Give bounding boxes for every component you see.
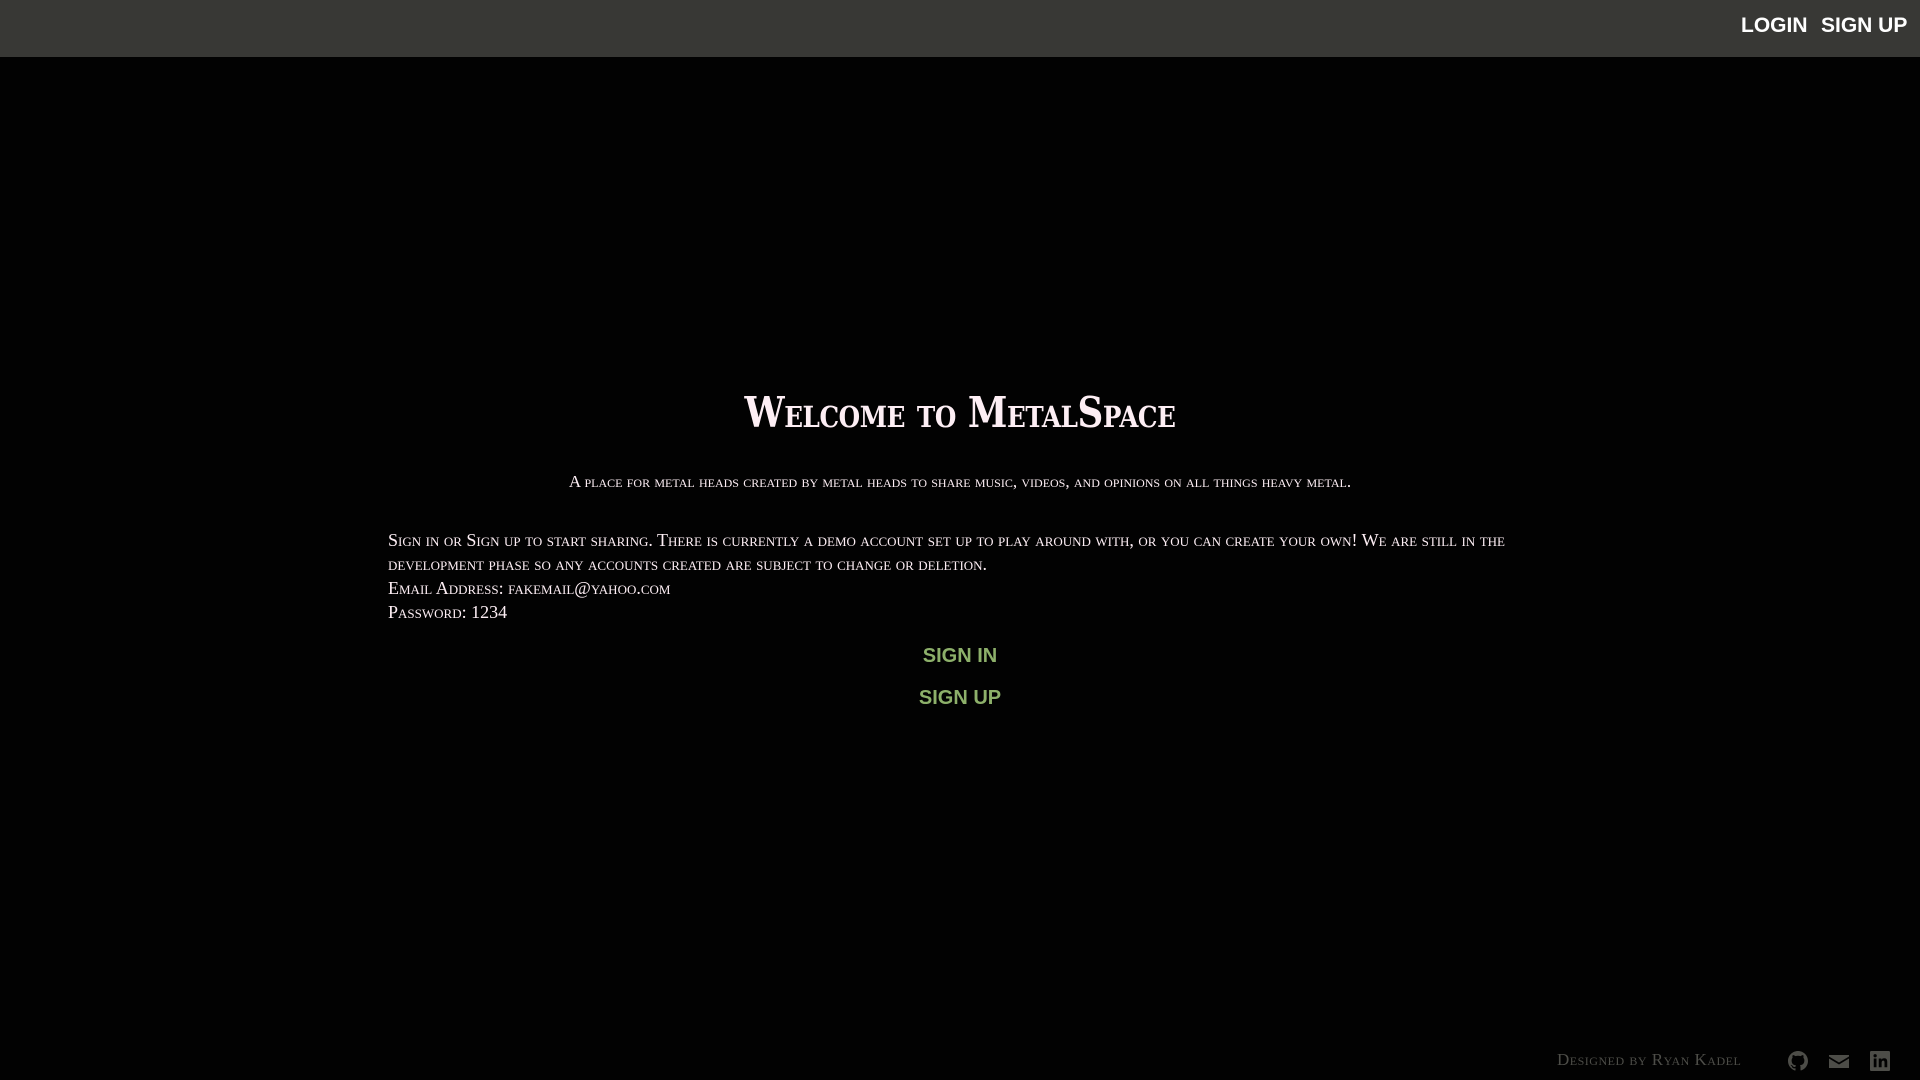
navbar: LOGIN SIGN UP <box>0 0 1920 57</box>
login-link[interactable]: LOGIN <box>1741 14 1808 38</box>
sign-in-link[interactable]: SIGN IN <box>923 645 997 667</box>
page-title: Welcome to MetalSpace <box>744 388 1176 437</box>
intro-paragraph: Sign in or Sign up to start sharing. The… <box>388 530 1505 574</box>
github-icon[interactable] <box>1788 1051 1808 1071</box>
sign-up-link[interactable]: SIGN UP <box>919 687 1001 709</box>
intro-text: Sign in or Sign up to start sharing. The… <box>388 528 1528 624</box>
footer-credit: Designed by Ryan Kadel <box>1557 1050 1742 1069</box>
demo-password: Password: 1234 <box>388 602 508 622</box>
linkedin-icon[interactable] <box>1870 1051 1890 1071</box>
demo-email: Email Address: fakemail@yahoo.com <box>388 578 671 598</box>
email-icon[interactable] <box>1829 1051 1849 1071</box>
signup-link[interactable]: SIGN UP <box>1821 14 1907 38</box>
subtitle: A place for metal heads created by metal… <box>568 472 1352 491</box>
